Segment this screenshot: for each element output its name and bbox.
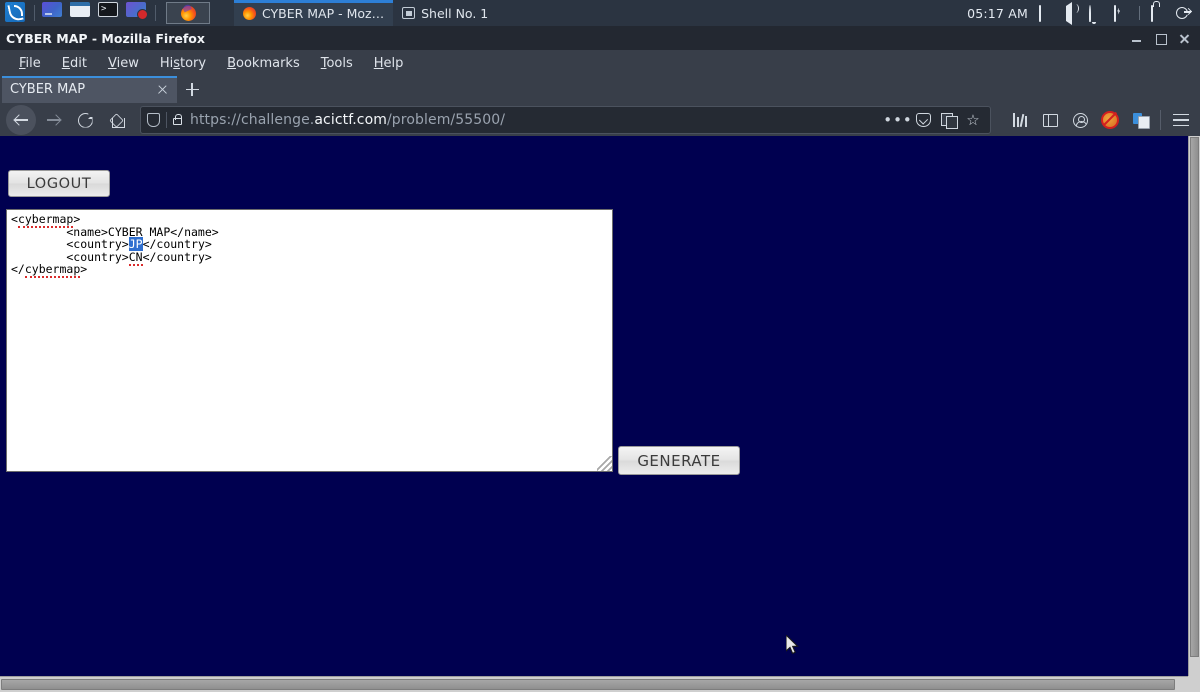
- vertical-scrollbar[interactable]: [1188, 136, 1200, 676]
- menu-bar: File Edit View History Bookmarks Tools H…: [0, 50, 1200, 76]
- clock[interactable]: 05:17 AM: [967, 6, 1028, 21]
- app-menu-icon[interactable]: [1168, 107, 1194, 133]
- home-button[interactable]: [102, 105, 132, 135]
- menu-view[interactable]: View: [99, 53, 148, 74]
- library-icon[interactable]: [1007, 107, 1033, 133]
- vertical-scrollbar-thumb[interactable]: [1190, 137, 1199, 657]
- reload-icon: [77, 112, 93, 128]
- taskbar-launchers: [0, 0, 210, 26]
- tab-cyber-map[interactable]: CYBER MAP: [2, 76, 177, 103]
- tab-strip: CYBER MAP: [0, 76, 1200, 103]
- xml-line-5: </cybermap>: [11, 262, 88, 278]
- window-titlebar: CYBER MAP - Mozilla Firefox: [0, 26, 1200, 50]
- volume-icon[interactable]: [1064, 2, 1078, 25]
- padlock-icon[interactable]: [173, 114, 183, 125]
- home-icon: [110, 113, 125, 128]
- sidebar-icon[interactable]: [1037, 107, 1063, 133]
- power-logout-icon[interactable]: [1176, 6, 1191, 20]
- window-title: CYBER MAP - Mozilla Firefox: [6, 30, 205, 46]
- system-taskbar: CYBER MAP - Moz… Shell No. 1 05:17 AM: [0, 0, 1200, 26]
- notification-bell-icon[interactable]: [1089, 5, 1103, 22]
- close-icon[interactable]: [156, 83, 169, 96]
- firefox-launcher-icon[interactable]: [166, 2, 210, 24]
- url-prefix: https://challenge.: [190, 112, 315, 128]
- lock-icon[interactable]: [1151, 5, 1165, 22]
- page-viewport: LOGOUT <cybermap> <name>CYBER MAP</name>…: [0, 136, 1200, 692]
- minimize-button[interactable]: [1131, 33, 1142, 44]
- reload-button[interactable]: [70, 105, 100, 135]
- menu-file[interactable]: File: [10, 53, 50, 74]
- pocket-icon[interactable]: [912, 109, 934, 131]
- browser-toolbar-right: [999, 107, 1194, 133]
- display-icon[interactable]: [1039, 5, 1053, 22]
- terminal-icon: [402, 7, 416, 19]
- close-window-button[interactable]: [1179, 33, 1190, 44]
- taskbar-window-shell-label: Shell No. 1: [421, 5, 489, 21]
- url-host: acictf.com: [314, 112, 387, 128]
- tray-divider: [1139, 6, 1140, 20]
- horizontal-scrollbar[interactable]: [0, 676, 1188, 692]
- back-button[interactable]: [6, 105, 36, 135]
- logout-button[interactable]: LOGOUT: [8, 170, 110, 197]
- xml-textarea[interactable]: <cybermap> <name>CYBER MAP</name> <count…: [6, 209, 613, 472]
- horizontal-scrollbar-thumb[interactable]: [1, 679, 1175, 690]
- arrow-left-icon: [14, 113, 29, 128]
- screen-recorder-icon[interactable]: [126, 2, 148, 24]
- firefox-icon: [243, 6, 256, 20]
- urlbar-actions: ••• ☆: [883, 109, 984, 131]
- textarea-resize-handle[interactable]: [597, 456, 612, 471]
- arrow-right-icon: [46, 113, 61, 128]
- save-to-reading-icon[interactable]: [937, 109, 959, 131]
- window-controls: [1131, 33, 1194, 45]
- menu-bookmarks[interactable]: Bookmarks: [218, 53, 309, 74]
- address-bar[interactable]: https://challenge.acictf.com/problem/555…: [140, 106, 991, 134]
- bookmark-star-icon[interactable]: ☆: [962, 109, 984, 131]
- firefox-window: CYBER MAP - Mozilla Firefox File Edit Vi…: [0, 26, 1200, 692]
- app-launcher-icon[interactable]: [42, 2, 64, 24]
- taskbar-window-list: CYBER MAP - Moz… Shell No. 1: [234, 0, 497, 26]
- noscript-icon[interactable]: [1097, 107, 1123, 133]
- scrollbar-corner: [1188, 676, 1200, 692]
- page-actions-icon[interactable]: •••: [883, 109, 912, 131]
- menu-history[interactable]: History: [151, 53, 215, 74]
- maximize-button[interactable]: [1155, 33, 1167, 45]
- file-manager-icon[interactable]: [70, 2, 92, 24]
- taskbar-divider-1: [34, 5, 35, 21]
- tracking-protection-shield-icon[interactable]: [147, 113, 160, 127]
- forward-button[interactable]: [38, 105, 68, 135]
- toolbar-divider: [1160, 110, 1161, 130]
- generate-button[interactable]: GENERATE: [618, 446, 740, 475]
- taskbar-window-firefox-label: CYBER MAP - Moz…: [262, 5, 385, 21]
- url-text: https://challenge.acictf.com/problem/555…: [190, 112, 505, 128]
- menu-help[interactable]: Help: [365, 53, 413, 74]
- urlbar-divider: [166, 112, 167, 128]
- new-tab-button[interactable]: [177, 76, 207, 103]
- taskbar-window-firefox[interactable]: CYBER MAP - Moz…: [234, 0, 394, 26]
- taskbar-window-shell[interactable]: Shell No. 1: [393, 0, 497, 26]
- account-icon[interactable]: [1067, 107, 1093, 133]
- taskbar-divider-2: [155, 5, 156, 21]
- terminal-icon[interactable]: [98, 2, 120, 24]
- url-suffix: /problem/55500/: [386, 112, 506, 128]
- kali-menu-icon[interactable]: [5, 2, 27, 24]
- battery-icon[interactable]: [1114, 5, 1128, 22]
- navigation-toolbar: https://challenge.acictf.com/problem/555…: [0, 103, 1200, 137]
- tab-label: CYBER MAP: [10, 82, 86, 97]
- menu-tools[interactable]: Tools: [312, 53, 362, 74]
- menu-edit[interactable]: Edit: [53, 53, 96, 74]
- system-tray: 05:17 AM: [967, 2, 1200, 25]
- mouse-cursor: [786, 635, 799, 655]
- cookie-manager-icon[interactable]: [1127, 107, 1153, 133]
